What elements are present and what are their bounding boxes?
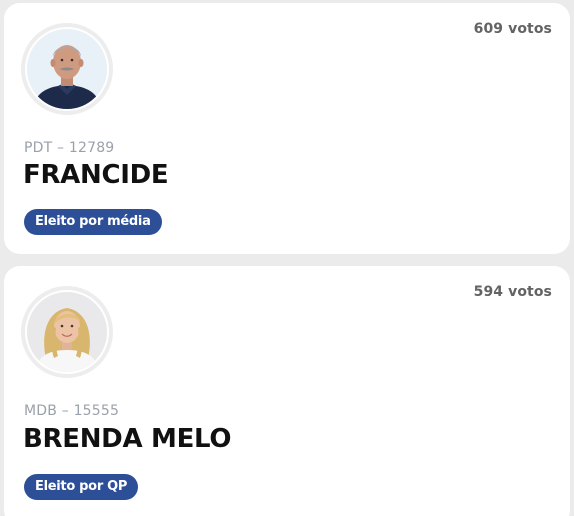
portrait-older-man-icon: [27, 29, 107, 109]
candidate-list: 609 votos PDT – 12789 FRANCIDE Eleito po…: [0, 0, 574, 516]
party-number: MDB – 15555: [24, 403, 120, 419]
vote-count: 594 votos: [473, 284, 552, 300]
candidate-photo: [27, 29, 107, 109]
candidate-card[interactable]: 594 votos MDB – 15555 BRENDA MELO Eleito…: [4, 266, 570, 516]
vote-count: 609 votos: [473, 21, 552, 37]
candidate-name: BRENDA MELO: [23, 424, 232, 454]
status-badge: Eleito por média: [24, 209, 162, 235]
candidate-name: FRANCIDE: [23, 160, 169, 190]
avatar: [21, 286, 113, 378]
candidate-photo: [27, 292, 107, 372]
party-number: PDT – 12789: [24, 140, 115, 156]
status-badge: Eleito por QP: [24, 474, 139, 500]
portrait-woman-icon: [27, 292, 107, 372]
candidate-card[interactable]: 609 votos PDT – 12789 FRANCIDE Eleito po…: [4, 3, 570, 254]
avatar: [21, 23, 113, 115]
